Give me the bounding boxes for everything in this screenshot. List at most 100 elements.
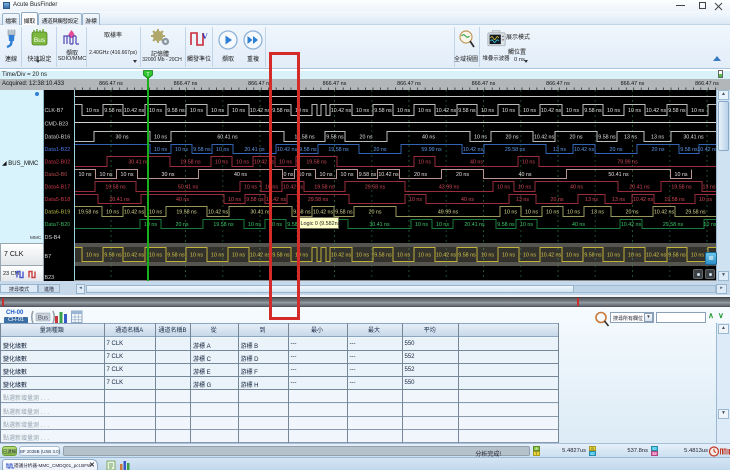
svg-text:10 ns: 10 ns (520, 222, 533, 228)
svg-text:9.58 ns: 9.58 ns (458, 253, 476, 259)
svg-text:10 ns: 10 ns (144, 222, 157, 228)
svg-text:10.42 ns: 10.42 ns (331, 253, 352, 259)
svg-text:10 ns: 10 ns (704, 222, 717, 228)
svg-text:Bus: Bus (38, 315, 48, 321)
svg-text:10.42 ns: 10.42 ns (697, 147, 718, 153)
svg-text:10 ns: 10 ns (418, 253, 431, 259)
svg-text:10 ns: 10 ns (607, 253, 620, 259)
svg-text:10 ns: 10 ns (504, 210, 517, 216)
svg-text:10 ns: 10 ns (518, 185, 531, 191)
svg-text:20 ns: 20 ns (570, 135, 583, 141)
svg-text:10.42 ns: 10.42 ns (124, 108, 145, 114)
svg-text:29.58 ns: 29.58 ns (365, 185, 386, 191)
svg-text:10.42 ns: 10.42 ns (541, 253, 562, 259)
svg-text:10 ns: 10 ns (607, 108, 620, 114)
svg-text:9.58 ns: 9.58 ns (497, 222, 515, 228)
svg-text:Data4-B17: Data4-B17 (45, 185, 71, 191)
svg-text:10 ns: 10 ns (691, 108, 704, 114)
svg-text:10 ns: 10 ns (149, 210, 162, 216)
svg-text:20 ns: 20 ns (506, 135, 519, 141)
svg-text:Data1-B22: Data1-B22 (45, 147, 71, 153)
svg-text:T: T (146, 72, 149, 78)
svg-text:10 ns: 10 ns (236, 160, 249, 166)
svg-text:10 ns: 10 ns (190, 108, 203, 114)
svg-text:20 ns: 20 ns (610, 147, 623, 153)
svg-text:40 ns: 40 ns (461, 197, 474, 203)
svg-text:10 ns: 10 ns (415, 222, 428, 228)
svg-text:30 ns: 30 ns (116, 135, 129, 141)
svg-text:10 ns: 10 ns (248, 222, 261, 228)
svg-text:10 ns: 10 ns (228, 197, 241, 203)
svg-text:13 ns: 13 ns (585, 197, 598, 203)
svg-text:10.42 ns: 10.42 ns (124, 253, 145, 259)
svg-text:30.41 ns: 30.41 ns (683, 135, 704, 141)
svg-text:20.41 ns: 20.41 ns (109, 197, 130, 203)
svg-text:10.42 ns: 10.42 ns (331, 108, 352, 114)
svg-text:20 ns: 20 ns (176, 222, 189, 228)
svg-text:20 ns: 20 ns (369, 210, 382, 216)
svg-text:10 ns: 10 ns (497, 185, 510, 191)
svg-text:19.58 ns: 19.58 ns (314, 185, 335, 191)
svg-text:20.41 ns: 20.41 ns (629, 185, 650, 191)
svg-text:20 ns: 20 ns (414, 172, 427, 178)
svg-text:10.42 ns: 10.42 ns (646, 253, 667, 259)
svg-text:CMD-B23: CMD-B23 (45, 122, 69, 128)
svg-text:10 ns: 10 ns (436, 222, 449, 228)
svg-text:Data5-B18: Data5-B18 (45, 197, 71, 203)
svg-text:DS-B4: DS-B4 (45, 235, 61, 241)
svg-text:30 ns: 30 ns (162, 172, 175, 178)
svg-text:10 ns: 10 ns (628, 253, 641, 259)
svg-text:10.42 ns: 10.42 ns (534, 135, 555, 141)
svg-text:9.58 ns: 9.58 ns (193, 147, 211, 153)
svg-text:10.42 ns: 10.42 ns (646, 108, 667, 114)
svg-text:29.58 ns: 29.58 ns (505, 147, 526, 153)
svg-text:10.42 ns: 10.42 ns (436, 108, 457, 114)
svg-text:10 ns: 10 ns (502, 253, 515, 259)
svg-text:10 ns: 10 ns (215, 160, 228, 166)
svg-text:10 ns: 10 ns (409, 197, 422, 203)
svg-text:10 ns: 10 ns (566, 253, 579, 259)
svg-text:10 ns: 10 ns (418, 160, 431, 166)
svg-text:29.58 ns: 29.58 ns (663, 222, 684, 228)
svg-text:10 ns: 10 ns (397, 108, 410, 114)
svg-text:10 ns: 10 ns (474, 135, 487, 141)
svg-text:10 ns: 10 ns (502, 108, 515, 114)
svg-text:10 ns: 10 ns (675, 172, 688, 178)
svg-text:10 ns: 10 ns (356, 108, 369, 114)
svg-text:10 ns: 10 ns (481, 253, 494, 259)
svg-text:10 ns: 10 ns (121, 172, 134, 178)
svg-text:20.41 ns: 20.41 ns (464, 222, 485, 228)
svg-text:10 ns: 10 ns (628, 108, 641, 114)
svg-text:10 ns: 10 ns (397, 253, 410, 259)
svg-text:50.41 ns: 50.41 ns (178, 185, 199, 191)
svg-text:10.42 ns: 10.42 ns (621, 222, 642, 228)
svg-text:29.58 ns: 29.58 ns (308, 197, 329, 203)
svg-text:79.99 ns: 79.99 ns (617, 160, 638, 166)
svg-text:19.58 ns: 19.58 ns (328, 147, 349, 153)
svg-text:10 ns: 10 ns (356, 253, 369, 259)
svg-text:19.58 ns: 19.58 ns (78, 210, 99, 216)
svg-text:10 ns: 10 ns (523, 108, 536, 114)
svg-text:10.42 ns: 10.42 ns (574, 147, 595, 153)
svg-text:13 ns: 13 ns (703, 185, 716, 191)
svg-text:9.58 ns: 9.58 ns (598, 135, 616, 141)
svg-text:13 ns: 13 ns (553, 147, 566, 153)
svg-text:10 ns: 10 ns (216, 147, 229, 153)
svg-text:Data0-B16: Data0-B16 (45, 135, 71, 141)
svg-text:60.41 ns: 60.41 ns (217, 135, 238, 141)
svg-text:9.58 ns: 9.58 ns (104, 253, 122, 259)
svg-text:10 ns: 10 ns (190, 253, 203, 259)
svg-text:10 ns: 10 ns (211, 108, 224, 114)
svg-text:19.58 ns: 19.58 ns (671, 185, 692, 191)
svg-text:19.58 ns: 19.58 ns (176, 210, 197, 216)
svg-text:10 ns: 10 ns (299, 172, 312, 178)
svg-text:9.58 ns: 9.58 ns (246, 197, 264, 203)
svg-text:43.99 ns: 43.99 ns (439, 185, 460, 191)
svg-text:9.58 ns: 9.58 ns (359, 172, 377, 178)
svg-text:10 ns: 10 ns (79, 172, 92, 178)
svg-text:10 ns: 10 ns (523, 253, 536, 259)
svg-text:10 ns: 10 ns (699, 197, 712, 203)
svg-text:9.58 ns: 9.58 ns (326, 135, 344, 141)
svg-text:9.58 ns: 9.58 ns (167, 253, 185, 259)
svg-text:40 ns: 40 ns (234, 172, 247, 178)
